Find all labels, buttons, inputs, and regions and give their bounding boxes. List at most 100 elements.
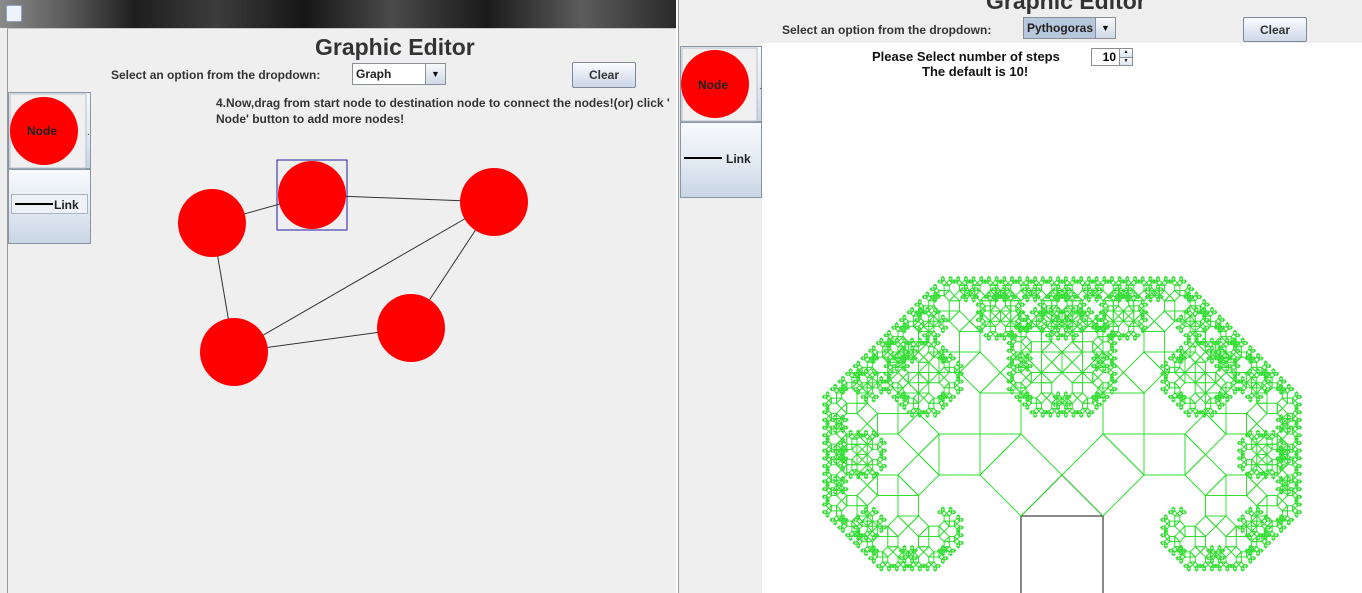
tree-triangle (937, 509, 940, 515)
tree-square (1184, 525, 1196, 537)
tree-square (1291, 492, 1299, 499)
mode-dropdown[interactable]: Pythogoras ▼ (1023, 17, 1116, 39)
tree-triangle (1299, 440, 1303, 446)
tree-triangle (1106, 332, 1109, 338)
clear-button[interactable]: Clear (1243, 17, 1307, 42)
tree-square (1174, 387, 1181, 394)
tree-square (1240, 551, 1247, 558)
tree-triangle (1167, 548, 1171, 554)
tree-triangle (1199, 332, 1203, 338)
tree-square (1240, 384, 1248, 392)
tree-square (1235, 556, 1242, 563)
tree-triangle (863, 352, 869, 356)
tree-square (1251, 361, 1258, 368)
tree-square (1164, 300, 1176, 312)
tree-triangle (877, 509, 880, 515)
tree-square (943, 361, 950, 368)
tree-triangle (1179, 371, 1186, 384)
tree-square (1248, 530, 1255, 538)
tree-triangle (927, 396, 935, 404)
tree-square (1007, 279, 1015, 287)
graph-canvas[interactable] (91, 130, 676, 593)
tree-triangle (1278, 414, 1284, 417)
graph-node[interactable] (200, 318, 268, 386)
tree-triangle (1236, 455, 1240, 461)
tree-triangle (1109, 291, 1115, 294)
tree-triangle (1017, 369, 1023, 372)
tree-triangle (1184, 548, 1187, 554)
tree-triangle (971, 300, 977, 303)
tree-triangle (1246, 563, 1249, 569)
tree-triangle (863, 477, 869, 480)
tree-triangle (832, 383, 838, 386)
line-icon (15, 203, 53, 205)
tree-triangle (1174, 366, 1182, 374)
tree-square (943, 387, 950, 394)
tree-triangle (1244, 371, 1247, 377)
tree-triangle (1299, 409, 1303, 415)
node-tool-button[interactable]: . Node (8, 92, 91, 169)
tree-triangle (1112, 290, 1119, 297)
tree-triangle (848, 367, 854, 371)
tree-triangle (953, 394, 957, 400)
tree-triangle (1006, 340, 1009, 346)
link-tool-button[interactable]: Link (680, 122, 762, 198)
tree-triangle (975, 317, 978, 323)
tree-square (897, 495, 919, 517)
tree-square (846, 459, 853, 466)
tree-triangle (1071, 415, 1077, 419)
tree-triangle (917, 392, 930, 399)
tree-triangle (897, 366, 905, 374)
node-tool-button[interactable]: . Node (680, 46, 762, 122)
tree-triangle (1013, 363, 1017, 369)
tree-triangle (1050, 290, 1058, 297)
tree-triangle (1178, 506, 1184, 509)
tree-triangle (1207, 302, 1211, 308)
tree-triangle (832, 492, 838, 495)
tree-triangle (1199, 409, 1203, 415)
graph-node[interactable] (178, 189, 246, 257)
tree-triangle (836, 504, 843, 512)
tree-triangle (1109, 344, 1115, 348)
tree-square (928, 525, 940, 537)
window-titlebar[interactable] (0, 0, 676, 28)
tree-square (1225, 413, 1247, 435)
chevron-down-icon[interactable]: ▼ (1095, 18, 1115, 38)
tree-triangle (1063, 415, 1069, 419)
tree-triangle (1094, 300, 1100, 303)
tree-triangle (1040, 298, 1046, 302)
graph-node[interactable] (377, 294, 445, 362)
tree-triangle (1246, 340, 1249, 346)
tree-triangle (851, 458, 859, 466)
tree-triangle (1269, 532, 1272, 538)
tree-triangle (1063, 331, 1069, 334)
tree-square (856, 522, 863, 530)
tree-square (1038, 279, 1045, 287)
tree-triangle (975, 302, 978, 308)
tree-triangle (983, 279, 986, 285)
tree-triangle (1201, 337, 1207, 340)
tree-triangle (836, 397, 843, 405)
mode-dropdown[interactable]: Graph ▼ (352, 63, 446, 85)
tree-triangle (1232, 329, 1238, 332)
graph-node[interactable] (460, 168, 528, 236)
chevron-down-icon[interactable]: ▼ (425, 64, 445, 84)
tree-square (882, 556, 889, 563)
tree-triangle (1270, 367, 1276, 371)
tree-triangle (821, 432, 825, 438)
tree-triangle (890, 363, 894, 369)
tree-triangle (1083, 286, 1086, 292)
clear-button[interactable]: Clear (572, 62, 636, 88)
tree-triangle (1194, 546, 1207, 553)
left-app-window: Graphic Editor Select an option from the… (0, 0, 676, 593)
tree-square (1102, 382, 1109, 389)
tree-square (1245, 484, 1268, 507)
link-tool-button[interactable]: Link (8, 169, 91, 244)
tree-triangle (1284, 525, 1287, 531)
tree-triangle (927, 351, 935, 359)
tree-triangle (1055, 283, 1061, 286)
tree-triangle (897, 473, 920, 496)
graph-node[interactable] (278, 161, 346, 229)
tree-square (1163, 522, 1171, 530)
tree-triangle (1001, 338, 1007, 342)
